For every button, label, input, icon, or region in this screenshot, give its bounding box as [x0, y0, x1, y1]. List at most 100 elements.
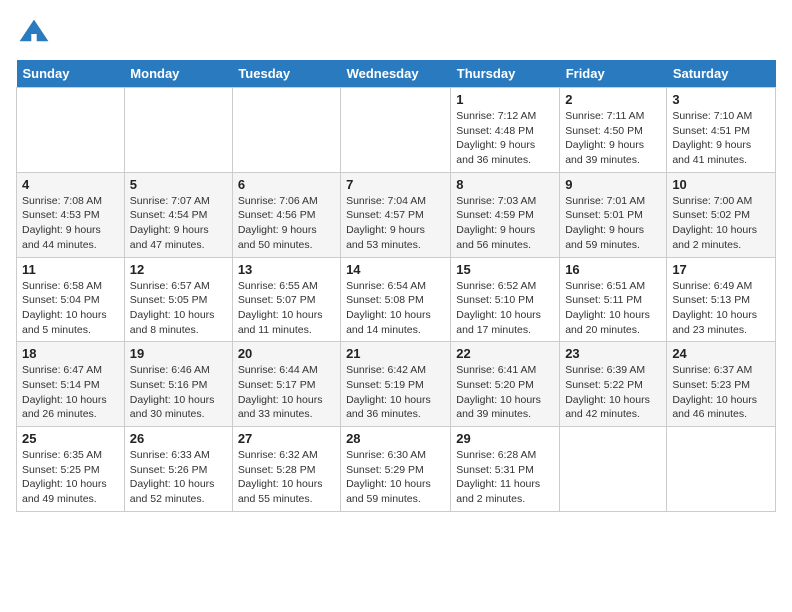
day-number: 1 [456, 92, 554, 107]
day-info: Sunrise: 6:44 AM Sunset: 5:17 PM Dayligh… [238, 364, 323, 420]
calendar-cell: 21Sunrise: 6:42 AM Sunset: 5:19 PM Dayli… [341, 342, 451, 427]
calendar-cell: 5 Sunrise: 7:07 AM Sunset: 4:54 PM Daylig… [124, 172, 232, 257]
day-number: 8 [456, 177, 554, 192]
logo-icon [16, 16, 52, 52]
day-number: 2 [565, 92, 661, 107]
calendar-cell: 3Sunrise: 7:10 AM Sunset: 4:51 PM Daylig… [667, 88, 776, 173]
day-number: 27 [238, 431, 335, 446]
calendar-cell: 23 Sunrise: 6:39 AM Sunset: 5:22 PM Dayli… [560, 342, 667, 427]
day-number: 20 [238, 346, 335, 361]
calendar-cell: 17 Sunrise: 6:49 AM Sunset: 5:13 PM Dayli… [667, 257, 776, 342]
day-info: Sunrise: 6:57 AM Sunset: 5:05 PM Dayligh… [130, 280, 215, 336]
day-header-wednesday: Wednesday [341, 60, 451, 88]
calendar-cell: 16 Sunrise: 6:51 AM Sunset: 5:11 PM Dayli… [560, 257, 667, 342]
day-info: Sunrise: 6:28 AM Sunset: 5:31 PM Dayligh… [456, 449, 540, 505]
day-number: 12 [130, 262, 227, 277]
day-header-saturday: Saturday [667, 60, 776, 88]
calendar-cell: 8 Sunrise: 7:03 AM Sunset: 4:59 PM Daylig… [451, 172, 560, 257]
day-info: Sunrise: 6:54 AM Sunset: 5:08 PM Dayligh… [346, 280, 431, 336]
calendar-cell: 7 Sunrise: 7:04 AM Sunset: 4:57 PM Daylig… [341, 172, 451, 257]
calendar-cell: 26 Sunrise: 6:33 AM Sunset: 5:26 PM Dayli… [124, 427, 232, 512]
calendar-cell: 9 Sunrise: 7:01 AM Sunset: 5:01 PM Daylig… [560, 172, 667, 257]
day-number: 17 [672, 262, 770, 277]
calendar-cell: 29 Sunrise: 6:28 AM Sunset: 5:31 PM Dayli… [451, 427, 560, 512]
day-header-sunday: Sunday [17, 60, 125, 88]
day-info: Sunrise: 6:51 AM Sunset: 5:11 PM Dayligh… [565, 280, 650, 336]
day-info: Sunrise: 7:04 AM Sunset: 4:57 PM Dayligh… [346, 195, 426, 251]
day-info: Sunrise: 7:03 AM Sunset: 4:59 PM Dayligh… [456, 195, 536, 251]
calendar-cell: 1 Sunrise: 7:12 AM Sunset: 4:48 PM Daylig… [451, 88, 560, 173]
day-number: 28 [346, 431, 445, 446]
day-number: 24 [672, 346, 770, 361]
calendar-cell [232, 88, 340, 173]
calendar-cell [341, 88, 451, 173]
day-info: Sunrise: 6:35 AM Sunset: 5:25 PM Dayligh… [22, 449, 107, 505]
day-number: 13 [238, 262, 335, 277]
calendar-header-row: SundayMondayTuesdayWednesdayThursdayFrid… [17, 60, 776, 88]
day-info: Sunrise: 6:52 AM Sunset: 5:10 PM Dayligh… [456, 280, 541, 336]
day-number: 29 [456, 431, 554, 446]
day-number: 7 [346, 177, 445, 192]
day-number: 3 [672, 92, 770, 107]
day-number: 14 [346, 262, 445, 277]
calendar-cell: 14 Sunrise: 6:54 AM Sunset: 5:08 PM Dayli… [341, 257, 451, 342]
calendar-week-1: 1 Sunrise: 7:12 AM Sunset: 4:48 PM Daylig… [17, 88, 776, 173]
day-info: Sunrise: 6:30 AM Sunset: 5:29 PM Dayligh… [346, 449, 431, 505]
calendar-cell: 11 Sunrise: 6:58 AM Sunset: 5:04 PM Dayli… [17, 257, 125, 342]
page-header [16, 16, 776, 52]
day-number: 16 [565, 262, 661, 277]
calendar-week-2: 4 Sunrise: 7:08 AM Sunset: 4:53 PM Daylig… [17, 172, 776, 257]
day-info: Sunrise: 6:55 AM Sunset: 5:07 PM Dayligh… [238, 280, 323, 336]
calendar-cell: 2 Sunrise: 7:11 AM Sunset: 4:50 PM Daylig… [560, 88, 667, 173]
day-number: 23 [565, 346, 661, 361]
calendar-cell: 15 Sunrise: 6:52 AM Sunset: 5:10 PM Dayli… [451, 257, 560, 342]
day-number: 9 [565, 177, 661, 192]
day-number: 6 [238, 177, 335, 192]
day-number: 11 [22, 262, 119, 277]
calendar-week-4: 18Sunrise: 6:47 AM Sunset: 5:14 PM Dayli… [17, 342, 776, 427]
day-info: Sunrise: 6:47 AM Sunset: 5:14 PM Dayligh… [22, 364, 107, 420]
day-header-monday: Monday [124, 60, 232, 88]
day-info: Sunrise: 7:11 AM Sunset: 4:50 PM Dayligh… [565, 110, 644, 166]
day-number: 15 [456, 262, 554, 277]
calendar-cell: 10Sunrise: 7:00 AM Sunset: 5:02 PM Dayli… [667, 172, 776, 257]
day-header-thursday: Thursday [451, 60, 560, 88]
logo [16, 16, 56, 52]
calendar-cell: 13 Sunrise: 6:55 AM Sunset: 5:07 PM Dayli… [232, 257, 340, 342]
calendar-cell: 18Sunrise: 6:47 AM Sunset: 5:14 PM Dayli… [17, 342, 125, 427]
day-header-friday: Friday [560, 60, 667, 88]
calendar-cell [667, 427, 776, 512]
day-info: Sunrise: 7:07 AM Sunset: 4:54 PM Dayligh… [130, 195, 210, 251]
day-info: Sunrise: 6:33 AM Sunset: 5:26 PM Dayligh… [130, 449, 215, 505]
calendar-cell: 25Sunrise: 6:35 AM Sunset: 5:25 PM Dayli… [17, 427, 125, 512]
day-info: Sunrise: 6:39 AM Sunset: 5:22 PM Dayligh… [565, 364, 650, 420]
day-info: Sunrise: 6:46 AM Sunset: 5:16 PM Dayligh… [130, 364, 215, 420]
calendar-cell: 27 Sunrise: 6:32 AM Sunset: 5:28 PM Dayli… [232, 427, 340, 512]
day-info: Sunrise: 7:01 AM Sunset: 5:01 PM Dayligh… [565, 195, 645, 251]
day-info: Sunrise: 6:32 AM Sunset: 5:28 PM Dayligh… [238, 449, 323, 505]
calendar-cell: 22Sunrise: 6:41 AM Sunset: 5:20 PM Dayli… [451, 342, 560, 427]
calendar-cell: 28 Sunrise: 6:30 AM Sunset: 5:29 PM Dayli… [341, 427, 451, 512]
day-info: Sunrise: 6:37 AM Sunset: 5:23 PM Dayligh… [672, 364, 757, 420]
day-number: 22 [456, 346, 554, 361]
day-number: 26 [130, 431, 227, 446]
day-number: 4 [22, 177, 119, 192]
calendar-week-3: 11 Sunrise: 6:58 AM Sunset: 5:04 PM Dayli… [17, 257, 776, 342]
day-info: Sunrise: 7:08 AM Sunset: 4:53 PM Dayligh… [22, 195, 102, 251]
day-number: 19 [130, 346, 227, 361]
calendar-cell: 6 Sunrise: 7:06 AM Sunset: 4:56 PM Daylig… [232, 172, 340, 257]
day-info: Sunrise: 6:42 AM Sunset: 5:19 PM Dayligh… [346, 364, 431, 420]
calendar-cell: 19 Sunrise: 6:46 AM Sunset: 5:16 PM Dayli… [124, 342, 232, 427]
day-number: 10 [672, 177, 770, 192]
day-info: Sunrise: 6:58 AM Sunset: 5:04 PM Dayligh… [22, 280, 107, 336]
calendar-cell: 20 Sunrise: 6:44 AM Sunset: 5:17 PM Dayli… [232, 342, 340, 427]
calendar-cell: 4 Sunrise: 7:08 AM Sunset: 4:53 PM Daylig… [17, 172, 125, 257]
calendar-cell [17, 88, 125, 173]
calendar-cell: 24 Sunrise: 6:37 AM Sunset: 5:23 PM Dayli… [667, 342, 776, 427]
day-info: Sunrise: 7:06 AM Sunset: 4:56 PM Dayligh… [238, 195, 318, 251]
calendar-week-5: 25Sunrise: 6:35 AM Sunset: 5:25 PM Dayli… [17, 427, 776, 512]
day-info: Sunrise: 6:49 AM Sunset: 5:13 PM Dayligh… [672, 280, 757, 336]
calendar-cell [124, 88, 232, 173]
day-info: Sunrise: 7:12 AM Sunset: 4:48 PM Dayligh… [456, 110, 536, 166]
day-number: 5 [130, 177, 227, 192]
